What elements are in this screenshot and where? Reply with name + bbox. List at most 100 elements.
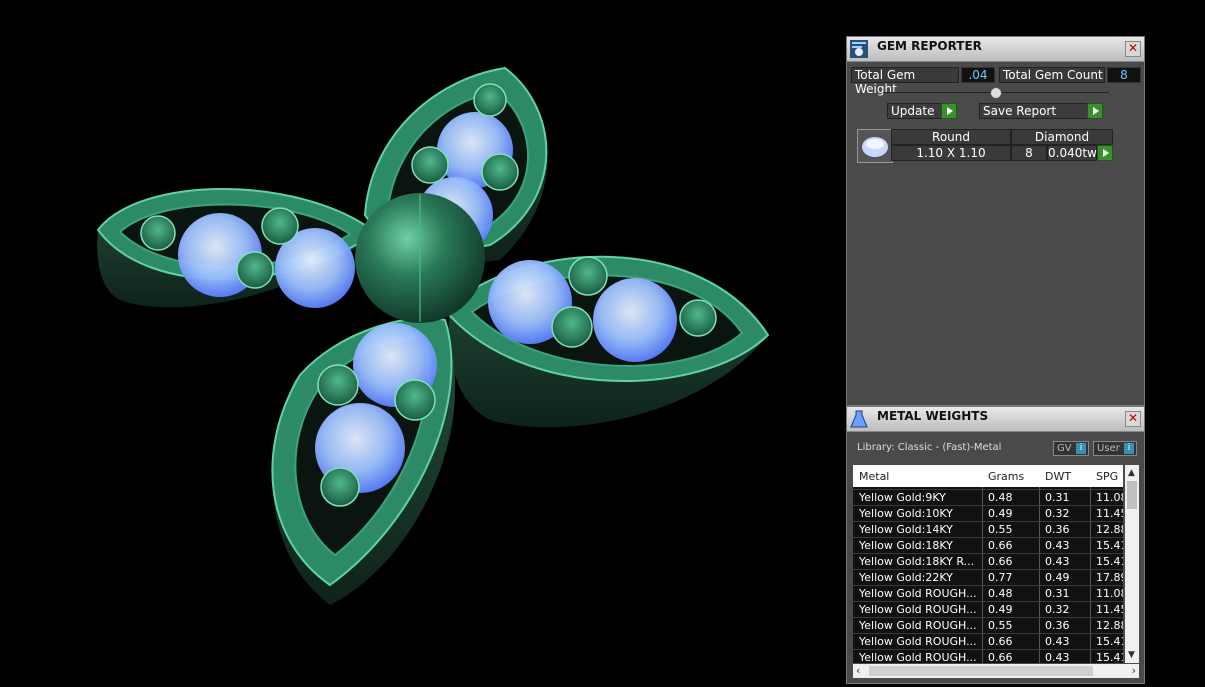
cell-grams: 0.48 (988, 587, 1013, 600)
table-row[interactable]: Yellow Gold ROUGH... 0.48 0.31 11.08 (853, 585, 1123, 602)
gem-reporter-titlebar[interactable]: GEM REPORTER ✕ (847, 37, 1144, 62)
gem-reporter-panel: GEM REPORTER ✕ Total Gem Weight .04 Tota… (846, 36, 1145, 406)
cell-spg: 17.89 (1096, 571, 1123, 584)
cell-spg: 11.45 (1096, 603, 1123, 616)
update-button-label: Update (891, 104, 935, 118)
close-icon[interactable]: ✕ (1125, 411, 1141, 427)
play-icon[interactable] (1087, 103, 1103, 119)
save-report-button[interactable]: Save Report (979, 103, 1103, 119)
table-row[interactable]: Yellow Gold ROUGH... 0.49 0.32 11.45 (853, 601, 1123, 618)
metal-weights-title: METAL WEIGHTS (877, 409, 989, 423)
scrollbar-thumb[interactable] (1127, 481, 1137, 509)
user-toggle[interactable]: User i (1093, 441, 1137, 456)
cell-grams: 0.55 (988, 523, 1013, 536)
cell-spg: 15.41 (1096, 555, 1123, 568)
cell-grams: 0.77 (988, 571, 1013, 584)
cell-metal: Yellow Gold:10KY (859, 507, 953, 520)
cell-spg: 15.41 (1096, 651, 1123, 663)
total-gem-weight-value: .04 (961, 67, 995, 83)
cell-dwt: 0.31 (1045, 587, 1070, 600)
gem-reporter-title: GEM REPORTER (877, 39, 982, 53)
gv-toggle[interactable]: GV i (1053, 441, 1089, 456)
total-gem-weight-label: Total Gem Weight (851, 67, 959, 96)
column-header-grams[interactable]: Grams (988, 470, 1024, 483)
vertical-scrollbar[interactable]: ▲ ▼ (1125, 465, 1139, 663)
metal-weights-panel: METAL WEIGHTS ✕ Library: Classic - (Fast… (846, 406, 1145, 684)
cell-grams: 0.66 (988, 555, 1013, 568)
cell-metal: Yellow Gold:18KY R... (859, 555, 975, 568)
cell-grams: 0.66 (988, 539, 1013, 552)
petal-bottom (271, 317, 456, 605)
scroll-down-icon[interactable]: ▼ (1128, 650, 1135, 660)
gem-thumbnail[interactable] (857, 129, 893, 163)
cell-dwt: 0.32 (1045, 507, 1070, 520)
cell-metal: Yellow Gold ROUGH... (859, 619, 977, 632)
cell-spg: 11.08 (1096, 491, 1123, 504)
play-icon[interactable] (941, 103, 957, 119)
scroll-right-icon[interactable]: › (1132, 664, 1136, 677)
cell-metal: Yellow Gold ROUGH... (859, 635, 977, 648)
cell-dwt: 0.49 (1045, 571, 1070, 584)
total-gem-count-value: 8 (1107, 67, 1141, 83)
diamond-icon (862, 137, 888, 157)
column-header-spg[interactable]: SPG (1096, 470, 1118, 483)
cell-grams: 0.55 (988, 619, 1013, 632)
play-icon[interactable] (1097, 145, 1113, 161)
cell-dwt: 0.43 (1045, 539, 1070, 552)
cell-dwt: 0.43 (1045, 635, 1070, 648)
gem-diamond (593, 278, 677, 362)
library-label: Library: Classic - (Fast)-Metal (857, 442, 1002, 453)
table-row[interactable]: Yellow Gold:18KY R... 0.66 0.43 15.41 (853, 553, 1123, 570)
close-icon[interactable]: ✕ (1125, 41, 1141, 57)
table-row[interactable]: Yellow Gold:10KY 0.49 0.32 11.45 (853, 505, 1123, 522)
info-icon[interactable]: i (1076, 443, 1086, 454)
column-header-dwt[interactable]: DWT (1045, 470, 1071, 483)
cell-grams: 0.66 (988, 635, 1013, 648)
cell-grams: 0.49 (988, 603, 1013, 616)
ring-model (96, 66, 770, 605)
gem-size: 1.10 X 1.10 (891, 145, 1011, 161)
metal-weights-titlebar[interactable]: METAL WEIGHTS ✕ (847, 407, 1144, 432)
scrollbar-thumb[interactable] (869, 666, 1093, 676)
cell-grams: 0.66 (988, 651, 1013, 663)
cell-dwt: 0.31 (1045, 491, 1070, 504)
user-label: User (1097, 443, 1120, 454)
scroll-left-icon[interactable]: ‹ (856, 664, 860, 677)
cell-dwt: 0.36 (1045, 523, 1070, 536)
cell-spg: 12.88 (1096, 523, 1123, 536)
table-row[interactable]: Yellow Gold ROUGH... 0.66 0.43 15.41 (853, 633, 1123, 650)
flask-icon (850, 410, 868, 428)
cell-metal: Yellow Gold:18KY (859, 539, 953, 552)
table-row[interactable]: Yellow Gold ROUGH... 0.66 0.43 15.41 (853, 649, 1123, 663)
3d-viewport[interactable] (0, 0, 845, 684)
cell-dwt: 0.32 (1045, 603, 1070, 616)
table-row[interactable]: Yellow Gold:9KY 0.48 0.31 11.08 (853, 489, 1123, 506)
cell-spg: 15.41 (1096, 635, 1123, 648)
cell-metal: Yellow Gold:9KY (859, 491, 946, 504)
cell-spg: 11.08 (1096, 587, 1123, 600)
cell-metal: Yellow Gold ROUGH... (859, 587, 977, 600)
cell-spg: 12.88 (1096, 619, 1123, 632)
update-button[interactable]: Update (887, 103, 957, 119)
cell-dwt: 0.36 (1045, 619, 1070, 632)
cell-metal: Yellow Gold:22KY (859, 571, 953, 584)
gem-material: Diamond (1011, 129, 1113, 145)
table-row[interactable]: Yellow Gold ROUGH... 0.55 0.36 12.88 (853, 617, 1123, 634)
cell-grams: 0.48 (988, 491, 1013, 504)
horizontal-scrollbar[interactable]: ‹ › (853, 664, 1139, 678)
info-icon[interactable]: i (1124, 443, 1134, 454)
cell-metal: Yellow Gold:14KY (859, 523, 953, 536)
gv-label: GV (1057, 443, 1072, 454)
scroll-up-icon[interactable]: ▲ (1128, 468, 1135, 478)
table-row[interactable]: Yellow Gold:22KY 0.77 0.49 17.89 (853, 569, 1123, 586)
column-header-metal[interactable]: Metal (859, 470, 889, 483)
cell-dwt: 0.43 (1045, 651, 1070, 663)
cell-dwt: 0.43 (1045, 555, 1070, 568)
total-gem-count-label: Total Gem Count (999, 67, 1105, 83)
splitter-handle-icon[interactable] (990, 87, 1002, 99)
metal-weights-table[interactable]: Metal Grams DWT SPG Yellow Gold:9KY 0.48 0… (853, 465, 1123, 663)
table-header: Metal Grams DWT SPG (853, 465, 1123, 487)
table-row[interactable]: Yellow Gold:18KY 0.66 0.43 15.41 (853, 537, 1123, 554)
table-row[interactable]: Yellow Gold:14KY 0.55 0.36 12.88 (853, 521, 1123, 538)
cell-spg: 15.41 (1096, 539, 1123, 552)
